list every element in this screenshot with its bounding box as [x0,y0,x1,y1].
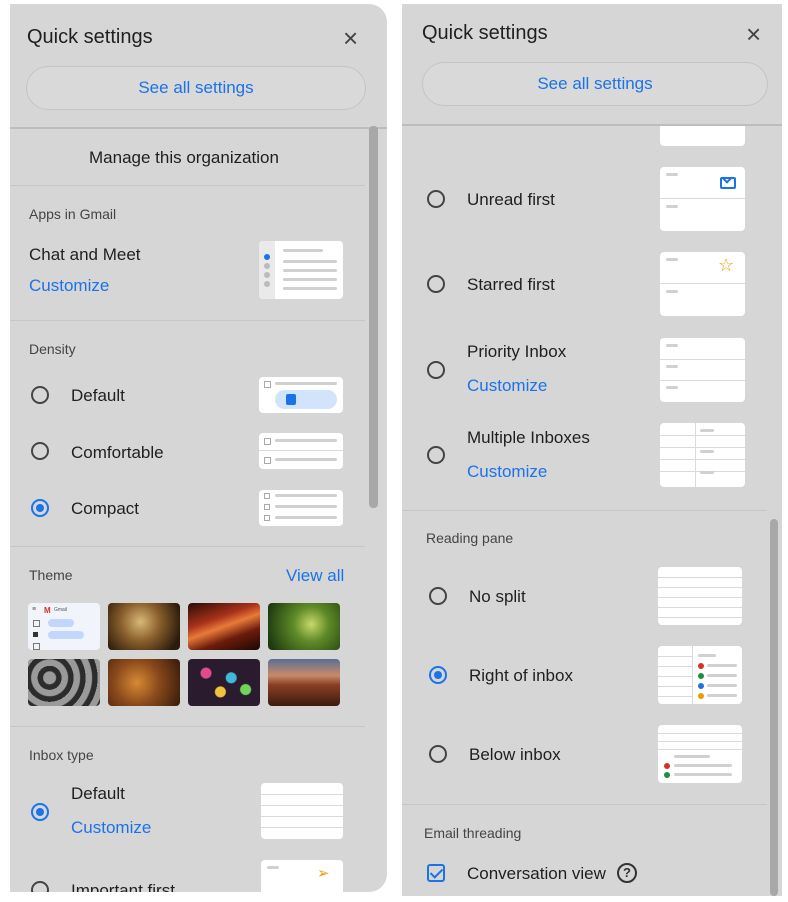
inbox-unread-first-label[interactable]: Unread first [467,190,555,210]
reading-pane-right-label[interactable]: Right of inbox [469,666,573,686]
inbox-starred-first-radio[interactable] [427,275,445,293]
conversation-view-checkbox[interactable] [427,864,445,882]
inbox-default-label[interactable]: Default [71,784,125,804]
manage-organization-link[interactable]: Manage this organization [89,148,279,168]
section-heading-inbox-type: Inbox type [29,747,94,763]
density-comfortable-label[interactable]: Comfortable [71,443,164,463]
inbox-priority-thumbnail [660,338,745,402]
inbox-priority-label[interactable]: Priority Inbox [467,342,566,362]
reading-pane-no-split-thumbnail [658,567,742,625]
chat-meet-customize-link[interactable]: Customize [29,276,109,296]
header-divider [10,127,387,129]
theme-chess-thumbnail[interactable] [108,603,180,650]
theme-autumn-leaves-thumbnail[interactable] [108,659,180,706]
chat-meet-thumbnail [259,241,343,299]
divider [10,726,365,727]
inbox-default-thumbnail [261,783,343,839]
help-icon[interactable]: ? [617,863,637,883]
inbox-important-first-radio[interactable] [31,881,49,892]
inbox-important-first-label[interactable]: Important first [71,881,175,892]
partial-thumbnail [660,126,745,146]
chat-and-meet-label: Chat and Meet [29,245,141,264]
divider [402,804,767,805]
density-compact-label[interactable]: Compact [71,499,139,519]
reading-pane-below-radio[interactable] [429,745,447,763]
theme-leaf-thumbnail[interactable] [268,603,340,650]
theme-bokeh-thumbnail[interactable] [188,659,260,706]
density-default-radio[interactable] [31,386,49,404]
inbox-multiple-thumbnail [660,423,745,487]
inbox-default-customize-link[interactable]: Customize [71,818,151,838]
density-comfortable-radio[interactable] [31,442,49,460]
divider [10,546,365,547]
conversation-view-label[interactable]: Conversation view [467,864,606,884]
scrollbar[interactable] [369,126,378,508]
divider [10,185,365,186]
section-heading-reading-pane: Reading pane [426,530,514,546]
inbox-important-first-thumbnail: ➢ [261,860,343,892]
inbox-starred-first-label[interactable]: Starred first [467,275,555,295]
scrollbar[interactable] [770,519,778,896]
inbox-starred-first-thumbnail: ☆ [660,252,745,316]
close-icon[interactable]: × [746,21,761,47]
reading-pane-no-split-label[interactable]: No split [469,587,526,607]
density-comfortable-thumbnail [259,433,343,469]
theme-thumb-brand: Gmail [54,607,68,613]
panel-title: Quick settings [422,22,548,44]
theme-desert-thumbnail[interactable] [268,659,340,706]
density-default-label[interactable]: Default [71,386,125,406]
reading-pane-right-thumbnail [658,646,742,704]
section-heading-density: Density [29,341,76,357]
section-heading-email-threading: Email threading [424,825,522,841]
density-compact-radio[interactable] [31,499,49,517]
inbox-default-radio[interactable] [31,803,49,821]
theme-view-all-link[interactable]: View all [286,566,344,586]
theme-default-thumbnail[interactable]: ≡ M Gmail [28,603,100,650]
inbox-unread-first-thumbnail [660,167,745,231]
see-all-settings-button[interactable]: See all settings [26,66,366,110]
reading-pane-no-split-radio[interactable] [429,587,447,605]
close-icon[interactable]: × [343,25,358,51]
inbox-unread-first-radio[interactable] [427,190,445,208]
star-icon: ☆ [718,255,735,275]
inbox-multiple-radio[interactable] [427,446,445,464]
theme-canyon-thumbnail[interactable] [188,603,260,650]
theme-pipes-thumbnail[interactable] [28,659,100,706]
density-compact-thumbnail [259,490,343,526]
section-heading-apps: Apps in Gmail [29,206,117,222]
panel-title: Quick settings [27,26,153,48]
section-heading-theme: Theme [29,567,73,583]
inbox-multiple-customize-link[interactable]: Customize [467,462,547,482]
see-all-settings-button[interactable]: See all settings [422,62,768,106]
reading-pane-right-radio[interactable] [429,666,447,684]
reading-pane-below-thumbnail [658,725,742,783]
quick-settings-panel-right: Quick settings × See all settings Unread… [402,4,782,896]
quick-settings-panel-left: Quick settings × See all settings Manage… [10,4,387,892]
divider [10,320,365,321]
inbox-multiple-label[interactable]: Multiple Inboxes [467,428,590,448]
inbox-priority-customize-link[interactable]: Customize [467,376,547,396]
inbox-priority-radio[interactable] [427,361,445,379]
reading-pane-below-label[interactable]: Below inbox [469,745,561,765]
divider [402,510,767,511]
important-marker-icon: ➢ [317,865,330,882]
density-default-thumbnail [259,377,343,413]
